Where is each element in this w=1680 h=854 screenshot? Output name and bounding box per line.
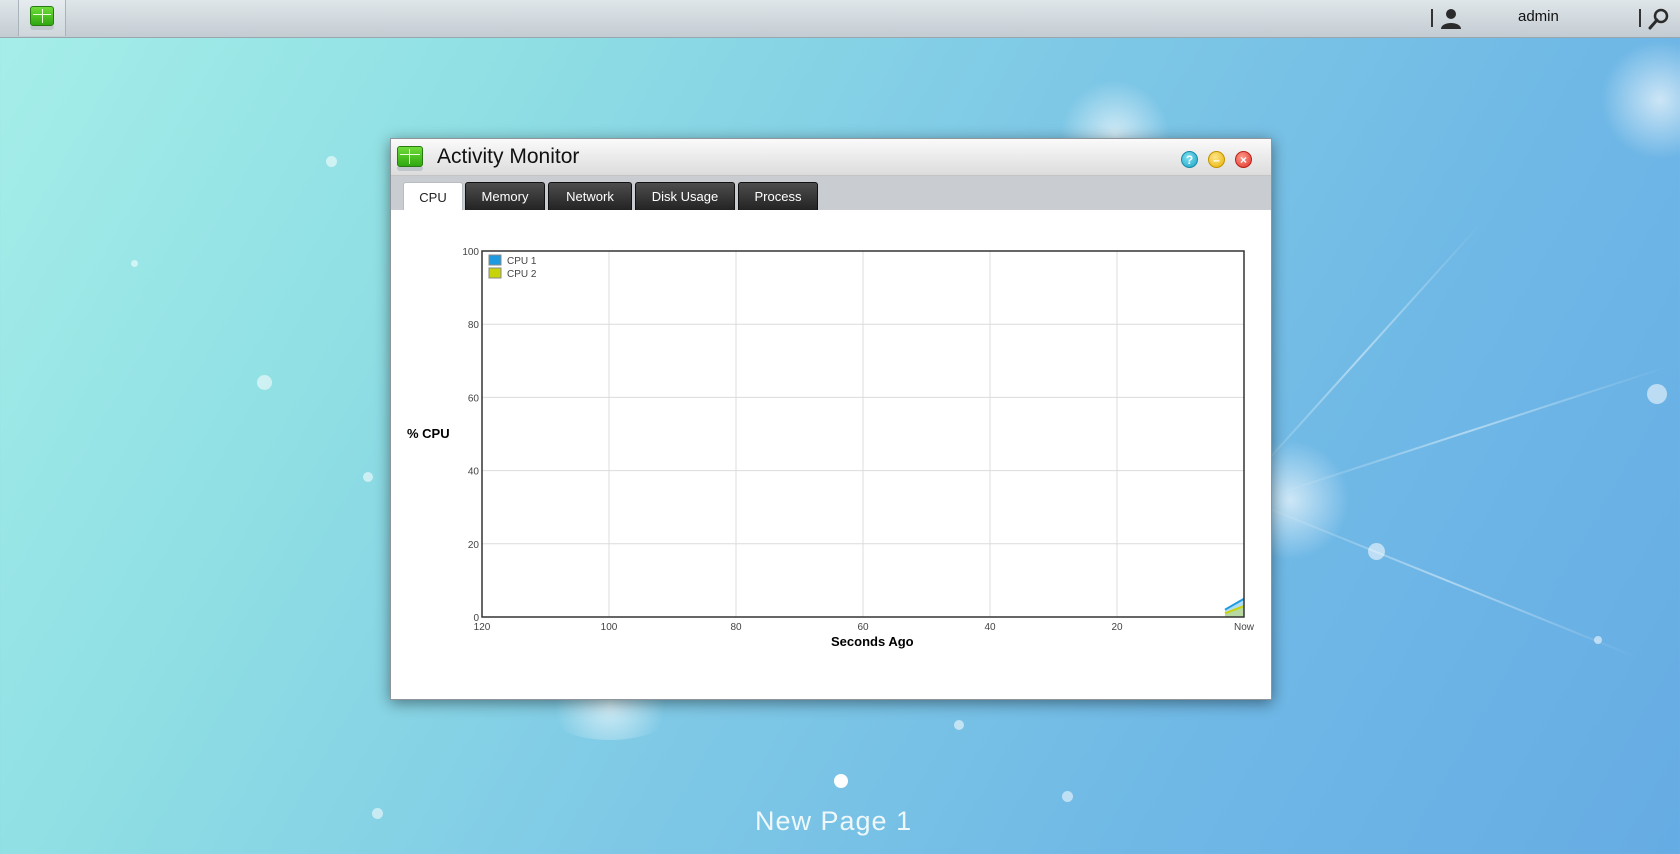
tab-memory[interactable]: Memory: [465, 182, 545, 210]
help-icon[interactable]: ?: [1181, 151, 1198, 168]
taskbar-separator: [1639, 9, 1641, 27]
tab-bar: CPU Memory Network Disk Usage Process: [391, 176, 1271, 211]
background-bokeh: [1594, 636, 1602, 644]
tab-cpu[interactable]: CPU: [403, 182, 463, 211]
background-bokeh: [1062, 791, 1073, 802]
x-tick-label: Now: [1234, 622, 1255, 633]
page-indicator-dot[interactable]: [834, 774, 848, 788]
background-glow: [1600, 40, 1680, 160]
cpu-usage-chart: 020406080100120 100 80 60 40 20 NowCPU 1CPU 2: [462, 247, 1255, 633]
y-tick-label: 80: [468, 320, 480, 331]
y-tick-label: 40: [468, 467, 480, 478]
background-bokeh: [257, 375, 272, 390]
background-bokeh: [1647, 384, 1667, 404]
activity-monitor-icon: [30, 6, 54, 30]
user-icon[interactable]: [1440, 7, 1462, 29]
y-tick-label: 60: [468, 393, 480, 404]
page-label: New Page 1: [755, 806, 913, 836]
legend-label: CPU 1: [507, 256, 537, 267]
x-tick-label: 60: [857, 622, 869, 633]
minimize-icon[interactable]: –: [1208, 151, 1225, 168]
y-axis-label: % CPU: [407, 426, 450, 441]
close-icon[interactable]: ×: [1235, 151, 1252, 168]
x-tick-label: 20: [1111, 622, 1123, 633]
activity-monitor-taskbar-button[interactable]: [18, 0, 66, 36]
legend-label: CPU 2: [507, 269, 537, 280]
taskbar-separator: [1431, 9, 1433, 27]
background-streak: [1249, 500, 1640, 660]
activity-monitor-window: Activity Monitor ? – × CPU Memory Networ…: [390, 138, 1272, 700]
x-tick-label: 120: [474, 622, 491, 633]
legend-swatch: [488, 254, 502, 266]
background-streak: [1269, 365, 1670, 497]
window-title: Activity Monitor: [437, 145, 580, 168]
background-bokeh: [954, 720, 964, 730]
tab-process[interactable]: Process: [738, 182, 818, 210]
window-titlebar[interactable]: Activity Monitor ? – ×: [391, 139, 1271, 176]
legend-swatch: [488, 267, 502, 279]
activity-monitor-icon: [397, 146, 423, 172]
taskbar: admin: [0, 0, 1680, 38]
x-tick-label: 40: [984, 622, 996, 633]
tab-disk-usage[interactable]: Disk Usage: [635, 182, 735, 210]
cpu-panel: 0 20 40 60 80 100 120 100 80 60 40 20 Now CPU 1 CPU 2 …: [391, 210, 1271, 699]
background-bokeh: [363, 472, 373, 482]
y-tick-label: 100: [462, 247, 479, 258]
background-streak: [1239, 222, 1482, 492]
tab-network[interactable]: Network: [548, 182, 632, 210]
x-axis-label: Seconds Ago: [831, 634, 914, 649]
search-icon[interactable]: [1648, 8, 1670, 30]
x-tick-label: 80: [730, 622, 742, 633]
background-bokeh: [372, 808, 383, 819]
username-label[interactable]: admin: [1518, 8, 1559, 25]
x-tick-label: 100: [601, 622, 618, 633]
y-tick-label: 20: [468, 540, 480, 551]
background-bokeh: [326, 156, 337, 167]
background-bokeh: [131, 260, 138, 267]
background-bokeh: [1368, 543, 1385, 560]
